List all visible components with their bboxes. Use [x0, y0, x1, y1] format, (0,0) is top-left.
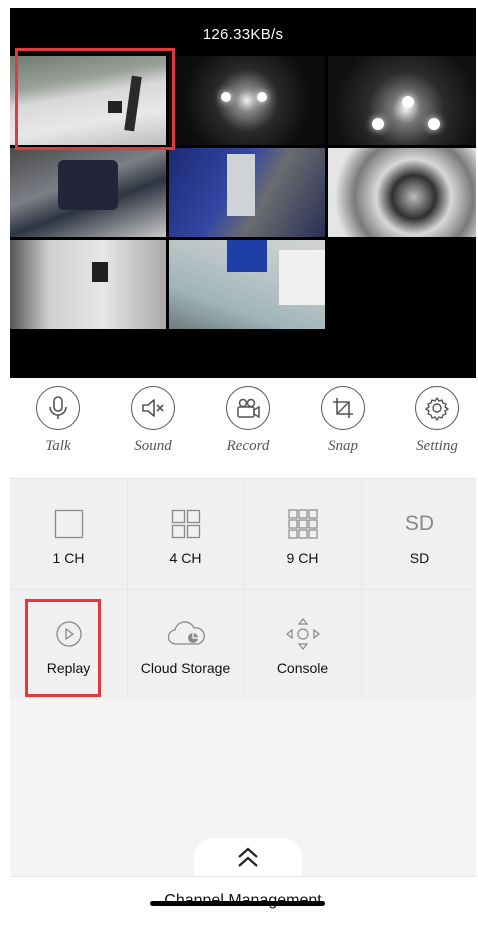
nine-channel-button[interactable]: 9 CH — [244, 479, 361, 589]
direction-pad-icon — [244, 615, 361, 653]
replay-highlight — [25, 599, 101, 697]
sound-label: Sound — [134, 438, 172, 454]
live-video-area: 126.33KB/s — [10, 8, 476, 378]
crop-icon — [321, 386, 365, 430]
control-toolbar: Talk Sound Record Snap Setting — [10, 378, 476, 479]
cloud-storage-button[interactable]: Cloud Storage — [127, 589, 244, 699]
one-channel-button[interactable]: 1 CH — [10, 479, 127, 589]
nine-channel-label: 9 CH — [286, 550, 319, 566]
sd-label: SD — [409, 550, 430, 566]
setting-button[interactable]: Setting — [397, 386, 476, 455]
camera-feed-7[interactable] — [10, 240, 166, 329]
single-square-icon — [10, 505, 127, 543]
snap-button[interactable]: Snap — [303, 386, 383, 455]
microphone-icon — [36, 386, 80, 430]
snap-label: Snap — [328, 438, 358, 454]
cloud-icon — [127, 615, 244, 653]
four-channel-label: 4 CH — [169, 550, 202, 566]
camera-feed-2[interactable] — [169, 56, 325, 145]
speaker-mute-icon — [131, 386, 175, 430]
console-label: Console — [276, 660, 329, 676]
video-camera-icon — [226, 386, 270, 430]
sd-button[interactable]: SD SD — [361, 479, 476, 589]
cloud-storage-label: Cloud Storage — [140, 660, 231, 676]
talk-button[interactable]: Talk — [18, 386, 98, 455]
record-label: Record — [226, 438, 270, 454]
console-button[interactable]: Console — [244, 589, 361, 699]
one-channel-label: 1 CH — [52, 550, 85, 566]
app-screen: 126.33KB/s Talk Sound Record Snap Settin… — [10, 8, 476, 927]
camera-feed-4[interactable] — [10, 148, 166, 237]
camera-feed-5[interactable] — [169, 148, 325, 237]
setting-label: Setting — [416, 438, 458, 454]
camera-feed-3[interactable] — [328, 56, 476, 145]
camera-feed-6[interactable] — [328, 148, 476, 237]
sound-button[interactable]: Sound — [113, 386, 193, 455]
camera-feed-8[interactable] — [169, 240, 325, 329]
four-channel-button[interactable]: 4 CH — [127, 479, 244, 589]
selected-camera-highlight — [15, 48, 175, 150]
nine-grid-icon — [244, 505, 361, 543]
sd-icon-text: SD — [404, 512, 435, 535]
record-button[interactable]: Record — [208, 386, 288, 455]
home-indicator — [150, 901, 325, 906]
four-grid-icon — [127, 505, 244, 543]
sd-card-icon: SD — [361, 505, 476, 543]
expand-panel-tab[interactable] — [194, 838, 302, 878]
double-chevron-up-icon — [238, 847, 258, 867]
stream-speed: 126.33KB/s — [202, 26, 284, 43]
gear-icon — [415, 386, 459, 430]
talk-label: Talk — [45, 438, 71, 454]
